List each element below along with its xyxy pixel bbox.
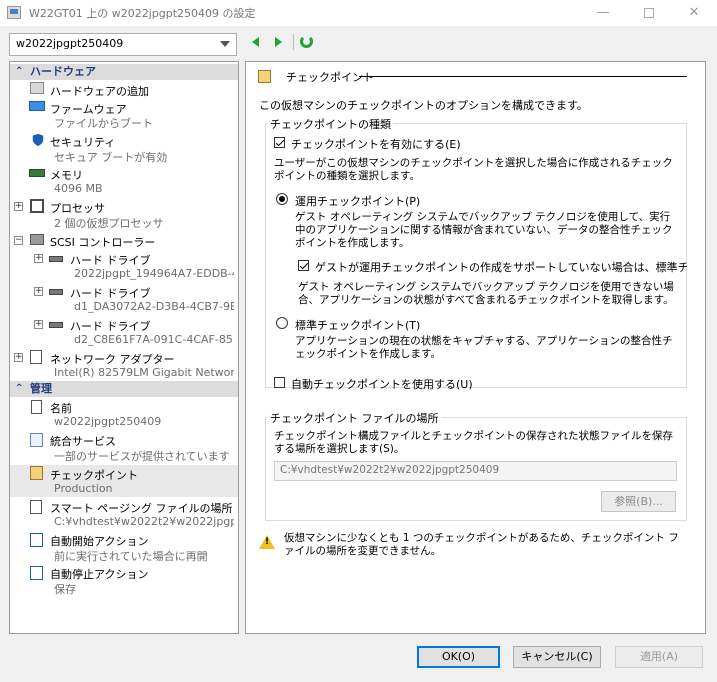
tree-item-name[interactable]: 名前 w2022jpgpt250409	[10, 399, 238, 429]
collapse-icon: ⌃	[15, 383, 24, 394]
enable-checkpoints-checkbox[interactable]	[274, 137, 285, 148]
tree-item-auto-stop[interactable]: 自動停止アクション 保存	[10, 565, 238, 596]
expand-icon[interactable]: +	[34, 254, 43, 263]
vm-selector-value: w2022jpgpt250409	[16, 37, 124, 50]
minimize-button[interactable]: —	[580, 0, 626, 26]
window-title: W22GT01 上の w2022jpgpt250409 の設定	[29, 7, 256, 20]
type-description: ユーザーがこの仮想マシンのチェックポイントを選択した場合に作成されるチェックポイ…	[274, 157, 673, 182]
panel-title: チェックポイント	[286, 71, 374, 84]
toolbar-divider	[293, 34, 294, 50]
fallback-standard-label: ゲストが運用チェックポイントの作成をサポートしていない場合は、標準チェックポイ	[315, 261, 687, 274]
standard-checkpoint-description: アプリケーションの現在の状態をキャプチャする、アプリケーションの整合性チェックポ…	[295, 335, 673, 360]
maximize-button[interactable]	[626, 0, 672, 26]
production-checkpoint-radio[interactable]	[276, 193, 288, 205]
title-divider	[359, 76, 687, 77]
tree-item-integration-services[interactable]: 統合サービス 一部のサービスが提供されています	[10, 432, 238, 463]
hard-drive-icon	[49, 322, 63, 328]
automatic-checkpoints-checkbox[interactable]	[274, 377, 285, 388]
checkpoint-icon	[258, 70, 271, 83]
enable-checkpoints-label: チェックポイントを有効にする(E)	[291, 138, 461, 151]
warning-text: 仮想マシンに少なくとも 1 つのチェックポイントがあるため、チェックポイント フ…	[284, 532, 679, 557]
fallback-standard-checkbox[interactable]	[298, 260, 309, 271]
back-arrow-icon[interactable]	[252, 37, 259, 47]
tree-item-network-adapter[interactable]: + ネットワーク アダプター Intel(R) 82579LM Gigabit …	[10, 350, 238, 380]
location-description: チェックポイント構成ファイルとチェックポイントの保存された状態ファイルを保存する…	[274, 430, 673, 455]
tree-item-hard-drive-2[interactable]: + ハード ドライブ d1_DA3072A2-D3B4-4CB7-9B...	[10, 284, 238, 314]
collapse-tree-icon[interactable]: −	[14, 236, 23, 245]
intro-text: この仮想マシンのチェックポイントのオプションを構成できます。	[259, 99, 588, 112]
network-adapter-icon	[30, 350, 42, 364]
production-checkpoint-description: ゲスト オペレーティング システムでバックアップ テクノロジを使用して、実行中の…	[295, 211, 673, 249]
checkpoint-icon	[30, 466, 43, 480]
tree-item-scsi-controller[interactable]: − SCSI コントローラー	[10, 233, 238, 249]
title-bar: W22GT01 上の w2022jpgpt250409 の設定 — ✕	[0, 0, 717, 26]
expand-icon[interactable]: +	[14, 202, 23, 211]
close-button[interactable]: ✕	[671, 0, 717, 26]
warning-icon: !	[259, 535, 275, 549]
tree-item-processor[interactable]: + プロセッサ 2 個の仮想プロセッサ	[10, 199, 238, 230]
forward-arrow-icon[interactable]	[275, 37, 282, 47]
checkpoint-location-field[interactable]: C:¥vhdtest¥w2022t2¥w2022jpgpt250409	[274, 461, 677, 481]
checkpoint-settings-panel: チェックポイント この仮想マシンのチェックポイントのオプションを構成できます。 …	[245, 61, 706, 634]
tree-item-firmware[interactable]: ファームウェア ファイルからブート	[10, 100, 238, 130]
fallback-description: ゲスト オペレーティング システムでバックアップ テクノロジを使用できない場合、…	[298, 281, 674, 306]
tree-item-add-hardware[interactable]: ハードウェアの追加	[10, 82, 238, 98]
firmware-icon	[29, 101, 45, 111]
name-icon	[31, 400, 42, 414]
settings-tree: ⌃ ハードウェア ハードウェアの追加 ファームウェア ファイルからブート セキュ…	[9, 61, 239, 634]
add-hardware-icon	[30, 82, 44, 94]
section-hardware[interactable]: ⌃ ハードウェア	[10, 64, 238, 80]
tree-item-memory[interactable]: メモリ 4096 MB	[10, 166, 238, 196]
tree-item-auto-start[interactable]: 自動開始アクション 前に実行されていた場合に再開	[10, 532, 238, 563]
tree-item-security[interactable]: セキュリティ セキュア ブートが有効	[10, 133, 238, 164]
section-management[interactable]: ⌃ 管理	[10, 381, 238, 397]
expand-icon[interactable]: +	[34, 287, 43, 296]
standard-checkpoint-radio[interactable]	[276, 317, 288, 329]
auto-stop-icon	[30, 566, 43, 580]
checkpoint-location-group-title: チェックポイント ファイルの場所	[268, 410, 441, 426]
scsi-icon	[30, 234, 44, 245]
standard-checkpoint-label: 標準チェックポイント(T)	[295, 319, 421, 332]
auto-start-icon	[30, 533, 43, 547]
expand-icon[interactable]: +	[14, 353, 23, 362]
processor-icon	[30, 199, 44, 213]
expand-icon[interactable]: +	[34, 320, 43, 329]
production-checkpoint-label: 運用チェックポイント(P)	[295, 195, 421, 208]
vm-selector[interactable]: w2022jpgpt250409	[9, 33, 237, 56]
smart-paging-icon	[30, 500, 42, 514]
automatic-checkpoints-label: 自動チェックポイントを使用する(U)	[291, 378, 473, 391]
chevron-down-icon	[220, 41, 230, 47]
tree-item-checkpoints[interactable]: チェックポイント Production	[10, 465, 238, 497]
apply-button[interactable]: 適用(A)	[615, 646, 703, 668]
shield-icon	[32, 133, 44, 147]
collapse-icon: ⌃	[15, 66, 24, 77]
ok-button[interactable]: OK(O)	[417, 646, 500, 668]
integration-services-icon	[30, 433, 43, 447]
tree-item-smart-paging[interactable]: スマート ページング ファイルの場所 C:¥vhdtest¥w2022t2¥w2…	[10, 499, 238, 529]
tree-item-hard-drive-1[interactable]: + ハード ドライブ 2022jpgpt_194964A7-EDDB-4...	[10, 251, 238, 281]
cancel-button[interactable]: キャンセル(C)	[513, 646, 601, 668]
maximize-icon	[644, 7, 654, 18]
tree-item-hard-drive-3[interactable]: + ハード ドライブ d2_C8E61F7A-091C-4CAF-85...	[10, 317, 238, 347]
checkpoint-type-group-title: チェックポイントの種類	[268, 116, 393, 132]
memory-icon	[29, 169, 45, 177]
app-icon	[7, 6, 21, 19]
hard-drive-icon	[49, 256, 63, 262]
hard-drive-icon	[49, 289, 63, 295]
refresh-icon[interactable]	[300, 35, 313, 48]
browse-button[interactable]: 参照(B)...	[601, 491, 676, 512]
